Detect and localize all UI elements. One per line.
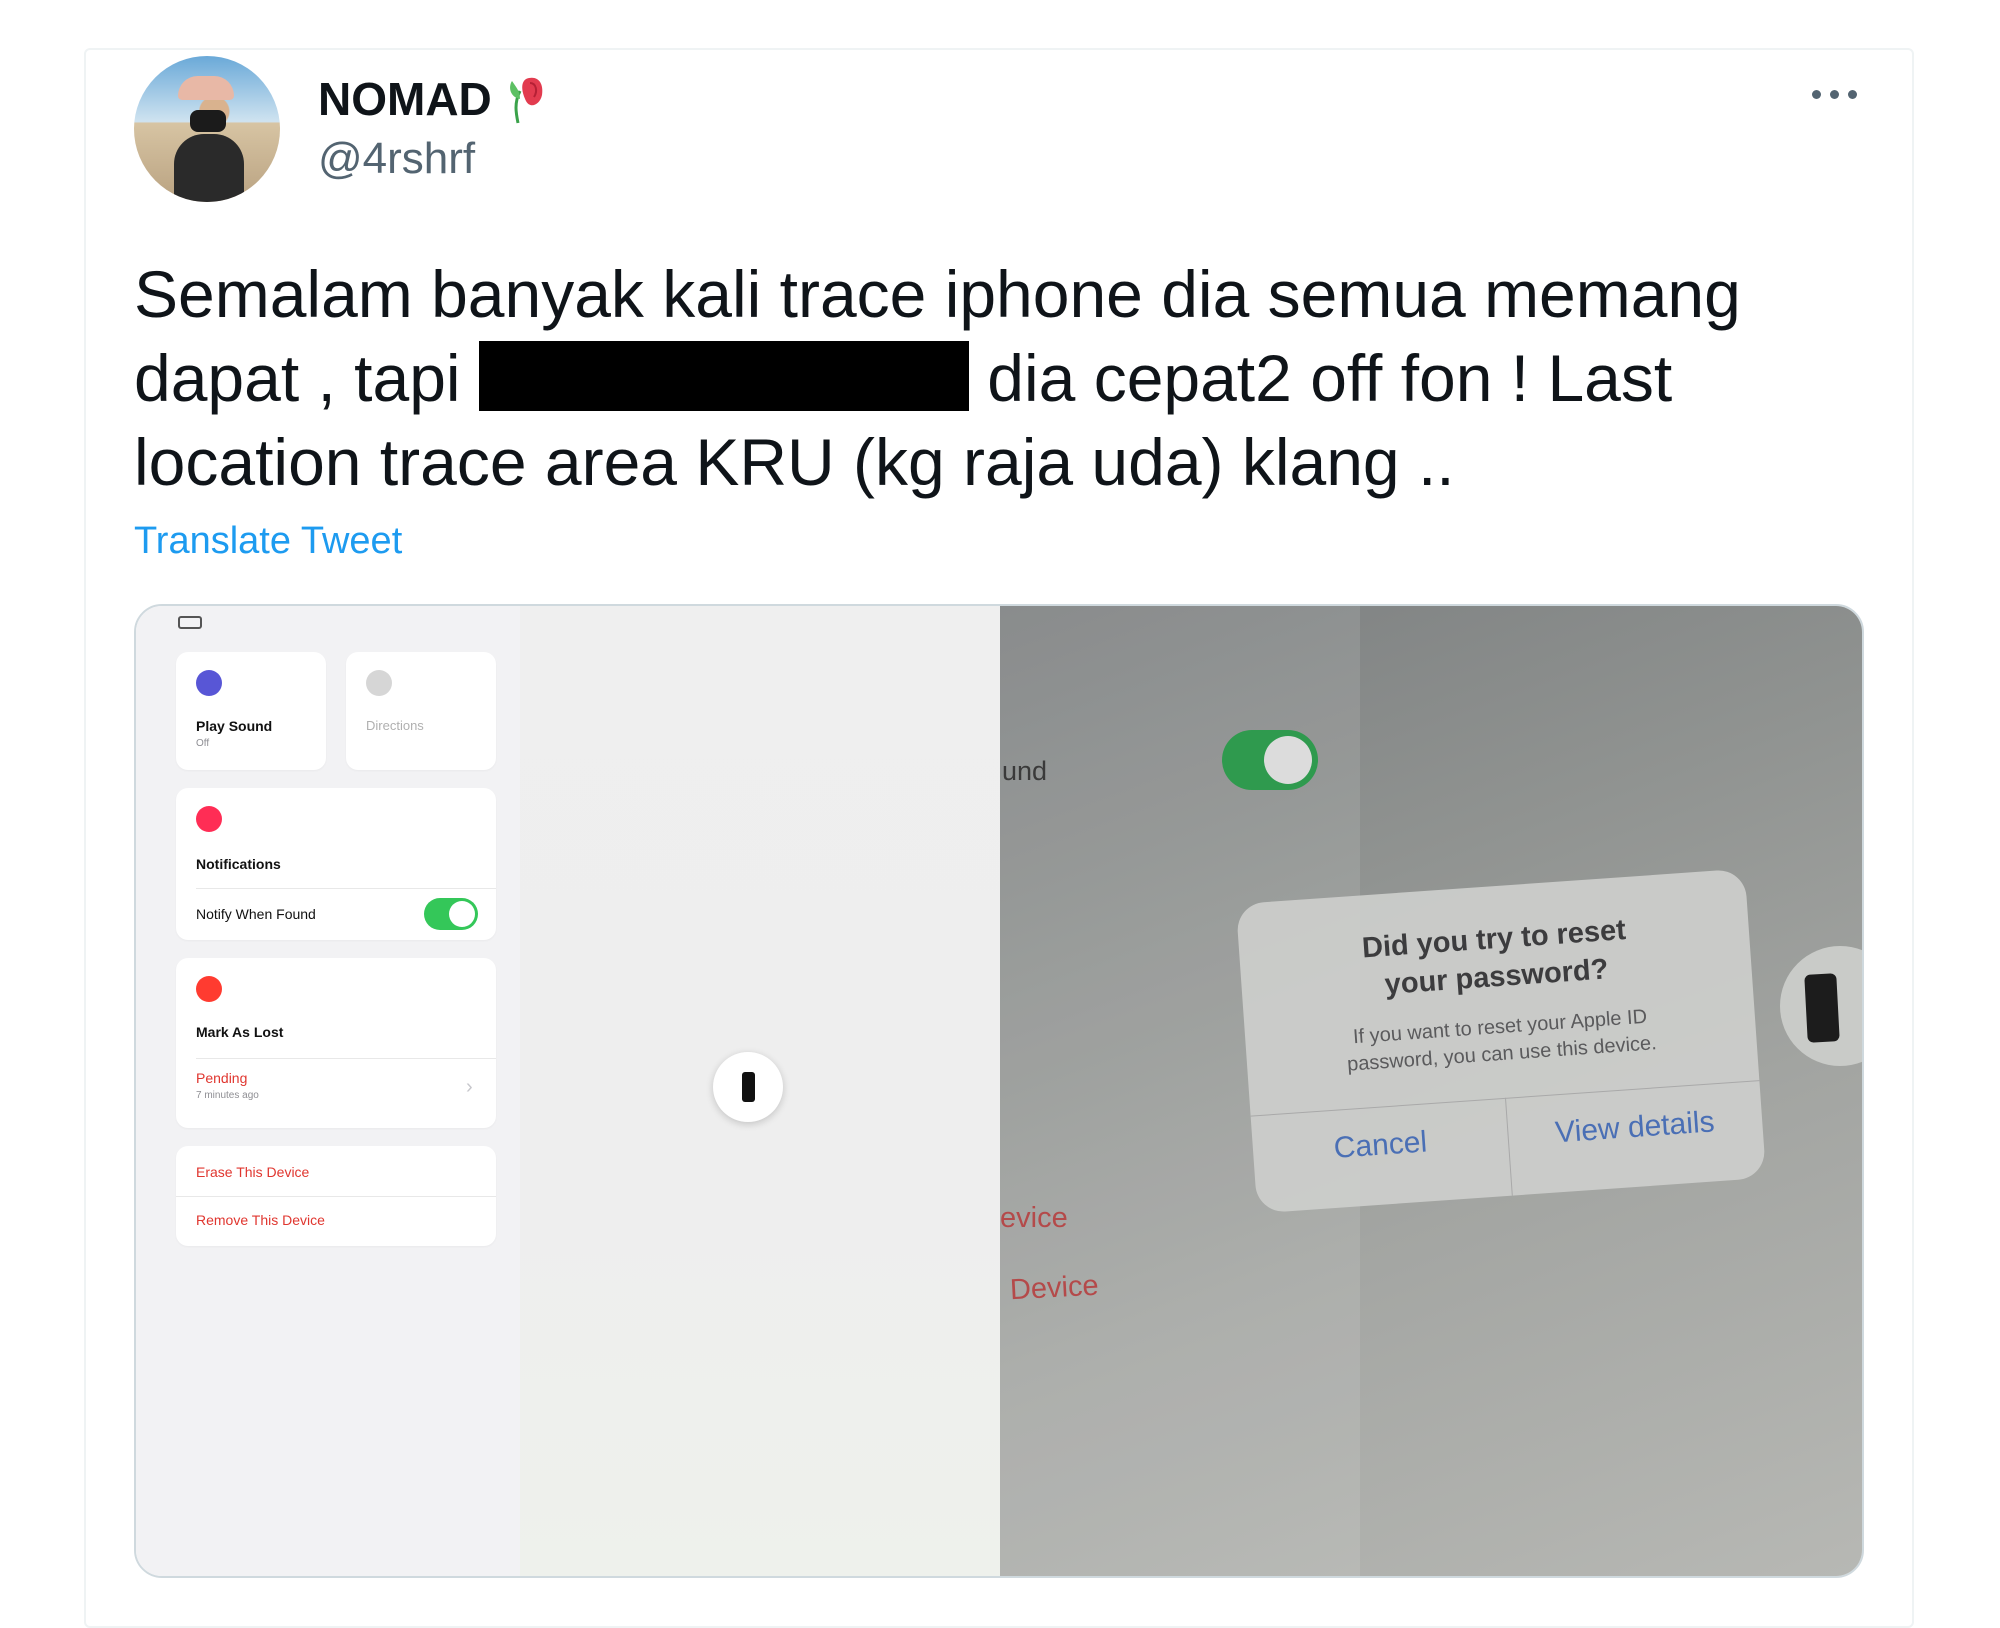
- tweet-line-2-pre: dapat , tapi: [134, 341, 461, 415]
- chevron-right-icon: ›: [466, 1076, 473, 1098]
- pending-status[interactable]: Pending: [196, 1070, 247, 1086]
- play-sound-tile[interactable]: Play Sound Off: [176, 652, 326, 770]
- translate-tweet-link[interactable]: Translate Tweet: [134, 520, 402, 563]
- notify-when-found-toggle[interactable]: [424, 898, 478, 930]
- author-name[interactable]: NOMAD: [318, 72, 548, 126]
- battery-icon: [178, 616, 202, 629]
- remove-device-button[interactable]: Remove This Device: [196, 1212, 325, 1228]
- sound-fragment: und: [1002, 756, 1048, 786]
- tweet-text: Semalam banyak kali trace iphone dia sem…: [134, 252, 1894, 504]
- notify-when-found-label: Notify When Found: [196, 906, 316, 922]
- redaction-bar: [478, 341, 969, 411]
- tweet-media[interactable]: Play Sound Off Directions Notifications …: [134, 604, 1864, 1578]
- erase-device-button[interactable]: Erase This Device: [196, 1164, 309, 1180]
- notifications-label: Notifications: [196, 856, 281, 872]
- find-my-sidebar: Play Sound Off Directions Notifications …: [136, 606, 521, 1576]
- author-handle[interactable]: @4rshrf: [318, 134, 475, 184]
- tweet-line-2-post: dia cepat2 off fon ! Last: [987, 341, 1673, 415]
- iphone-location-pin-icon-large[interactable]: [1780, 946, 1862, 1066]
- device-actions-tile: Erase This Device Remove This Device: [176, 1146, 496, 1246]
- dialog-title: Did you try to reset your password?: [1238, 903, 1752, 1014]
- notifications-tile: Notifications Notify When Found: [176, 788, 496, 940]
- play-sound-label: Play Sound: [196, 718, 273, 734]
- more-icon[interactable]: [1808, 80, 1864, 108]
- mark-as-lost-tile: Mark As Lost Pending 7 minutes ago ›: [176, 958, 496, 1128]
- screenshot-find-my: Play Sound Off Directions Notifications …: [136, 606, 1000, 1576]
- avatar[interactable]: [134, 56, 280, 202]
- play-sound-status: Off: [196, 738, 210, 749]
- cancel-button[interactable]: Cancel: [1252, 1120, 1509, 1172]
- bell-icon: [196, 806, 222, 832]
- author-name-text[interactable]: NOMAD: [318, 72, 492, 126]
- tweet-line-3: location trace area KRU (kg raja uda) kl…: [134, 425, 1455, 499]
- directions-icon: [366, 670, 392, 696]
- screenshot-password-dialog: und evice Device Did you try to reset yo…: [1000, 606, 1862, 1576]
- directions-label: Directions: [366, 718, 424, 733]
- directions-tile[interactable]: Directions: [346, 652, 496, 770]
- reset-password-dialog: Did you try to reset your password? If y…: [1235, 868, 1767, 1214]
- dialog-message: If you want to reset your Apple ID passw…: [1245, 996, 1758, 1085]
- toggle-switch[interactable]: [1222, 730, 1318, 790]
- lock-icon: [196, 976, 222, 1002]
- tweet-line-1: Semalam banyak kali trace iphone dia sem…: [134, 257, 1741, 331]
- device-fragment-1: evice: [1000, 1202, 1068, 1234]
- flower-icon: [509, 77, 543, 124]
- pending-time: 7 minutes ago: [196, 1090, 259, 1101]
- play-icon: [196, 670, 222, 696]
- device-fragment-2: Device: [1009, 1269, 1100, 1307]
- iphone-location-pin-icon[interactable]: [713, 1052, 783, 1122]
- view-details-button[interactable]: View details: [1507, 1102, 1764, 1154]
- mark-as-lost-label: Mark As Lost: [196, 1024, 284, 1040]
